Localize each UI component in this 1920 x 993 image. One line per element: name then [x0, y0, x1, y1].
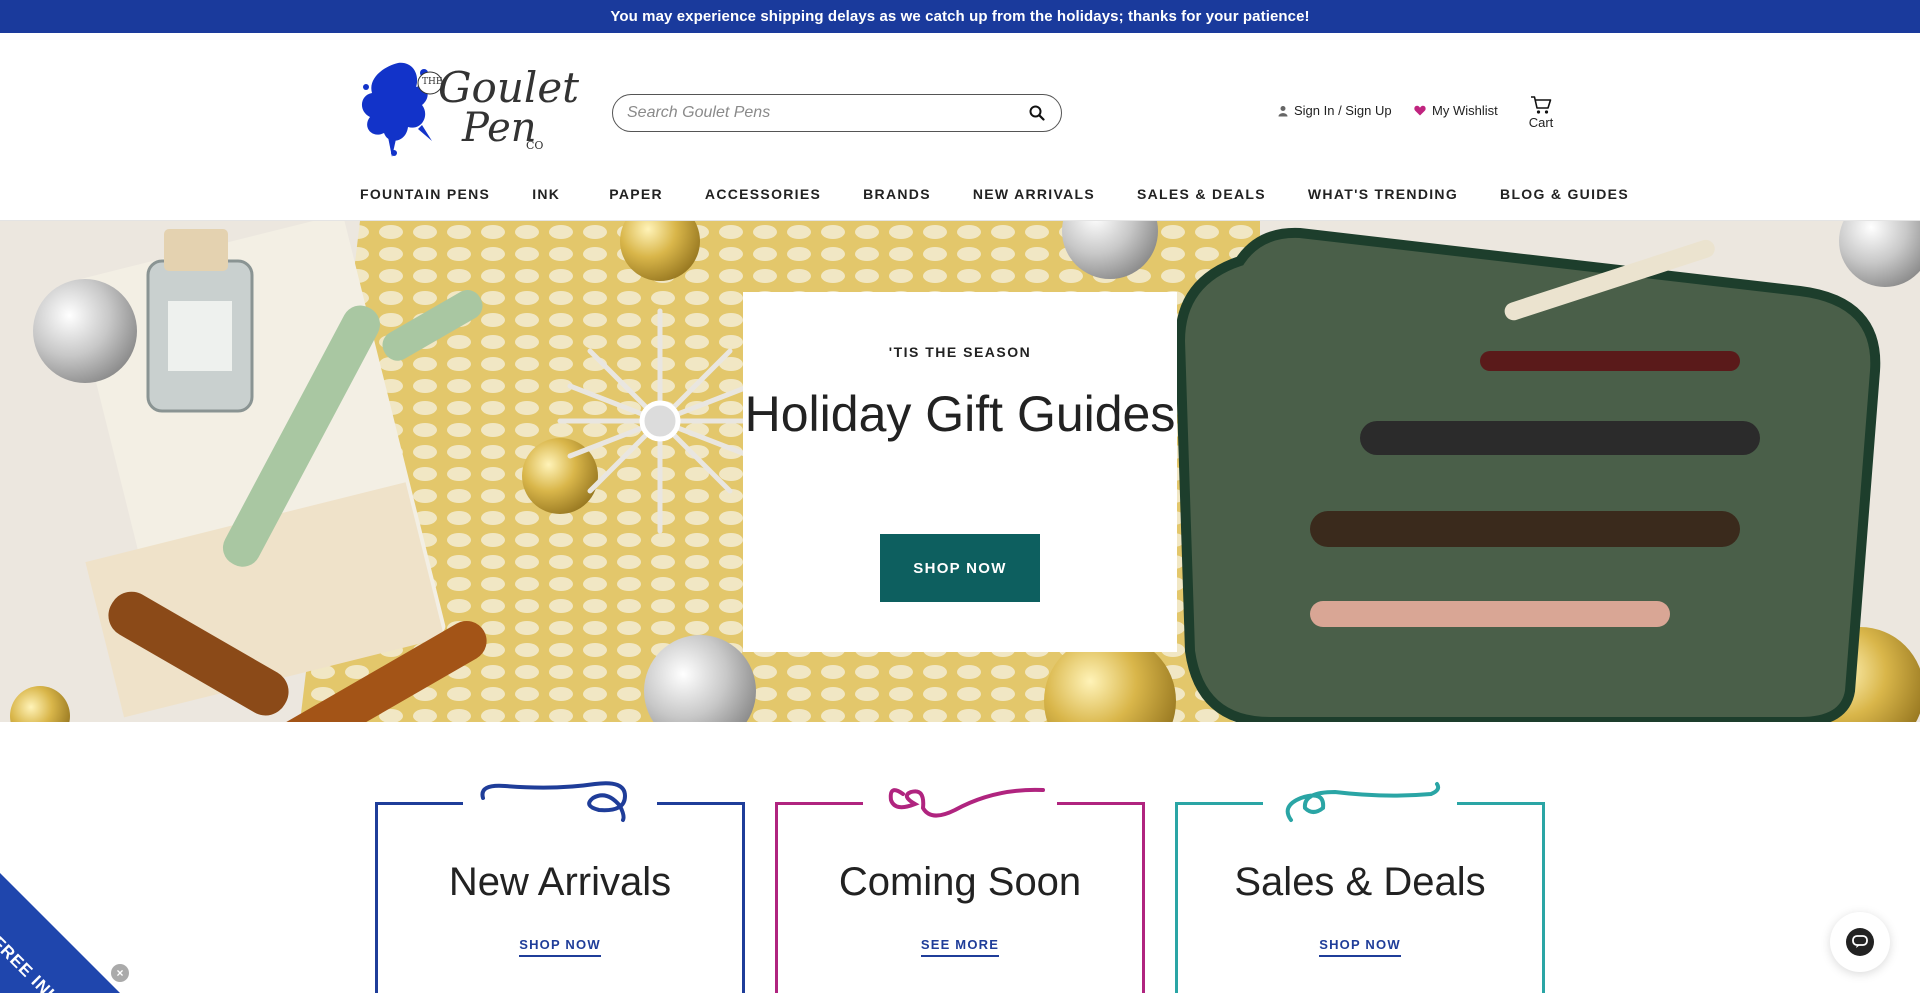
wishlist-label: My Wishlist — [1432, 103, 1498, 118]
chat-button[interactable] — [1830, 912, 1890, 972]
hero-card: 'TIS THE SEASON Holiday Gift Guides SHOP… — [743, 292, 1177, 652]
card-title: New Arrivals — [448, 860, 672, 904]
logo-co: CO — [526, 139, 544, 152]
site-header: THE Goulet Pen CO Sign In / Sign Up My W… — [0, 33, 1920, 221]
search-bar — [612, 94, 1062, 132]
card-title: Coming Soon — [838, 860, 1082, 904]
heart-icon — [1414, 105, 1426, 116]
flourish-icon — [1285, 782, 1441, 822]
sales-deals-card[interactable]: Sales & Deals SHOP NOW — [1175, 782, 1545, 993]
new-arrivals-card[interactable]: New Arrivals SHOP NOW — [375, 781, 745, 993]
nav-item-ink[interactable]: INK — [532, 186, 560, 202]
card-title: Sales & Deals — [1234, 860, 1486, 904]
nav-item-fountain-pens[interactable]: FOUNTAIN PENS — [360, 186, 490, 202]
chat-bubble-icon — [1846, 928, 1874, 956]
nav-item-paper[interactable]: PAPER — [609, 186, 663, 202]
nav-item-sales-deals[interactable]: SALES & DEALS — [1137, 186, 1266, 202]
card-link[interactable]: SHOP NOW — [1319, 937, 1401, 957]
card-link-wrapper: SHOP NOW — [1175, 936, 1545, 957]
sign-in-label: Sign In / Sign Up — [1294, 103, 1392, 118]
user-icon — [1278, 105, 1288, 116]
search-icon[interactable] — [1027, 103, 1047, 123]
cart-label: Cart — [1528, 115, 1554, 130]
nav-item-brands[interactable]: BRANDS — [863, 186, 931, 202]
card-link-wrapper: SHOP NOW — [375, 936, 745, 957]
shop-now-button[interactable]: SHOP NOW — [880, 534, 1040, 602]
announcement-bar: You may experience shipping delays as we… — [0, 0, 1920, 33]
main-navigation: FOUNTAIN PENS INK PAPER ACCESSORIES BRAN… — [360, 183, 1629, 205]
nav-item-accessories[interactable]: ACCESSORIES — [705, 186, 821, 202]
nav-item-whats-trending[interactable]: WHAT'S TRENDING — [1308, 186, 1458, 202]
flourish-icon — [480, 781, 628, 822]
free-ink-ribbon[interactable]: FREE INK — [0, 873, 120, 993]
cart-icon — [1531, 96, 1552, 114]
card-link[interactable]: SHOP NOW — [519, 937, 601, 957]
close-icon[interactable]: × — [111, 964, 129, 982]
wishlist-link[interactable]: My Wishlist — [1414, 103, 1498, 118]
search-input[interactable] — [627, 104, 1027, 122]
nav-item-blog-guides[interactable]: BLOG & GUIDES — [1500, 186, 1629, 202]
sign-in-link[interactable]: Sign In / Sign Up — [1278, 103, 1392, 118]
hero-title: Holiday Gift Guides — [744, 386, 1176, 442]
goulet-pen-logo[interactable]: THE Goulet Pen CO — [358, 53, 584, 168]
card-link[interactable]: SEE MORE — [920, 937, 1000, 957]
cart-link[interactable]: Cart — [1526, 95, 1556, 130]
card-link-wrapper: SEE MORE — [775, 936, 1145, 957]
flourish-icon — [888, 787, 1045, 818]
hero-banner[interactable]: 'TIS THE SEASON Holiday Gift Guides SHOP… — [0, 221, 1920, 722]
hero-eyebrow: 'TIS THE SEASON — [888, 344, 1032, 360]
coming-soon-card[interactable]: Coming Soon SEE MORE — [775, 787, 1145, 993]
announcement-text: You may experience shipping delays as we… — [610, 8, 1310, 25]
nav-item-new-arrivals[interactable]: NEW ARRIVALS — [973, 186, 1095, 202]
